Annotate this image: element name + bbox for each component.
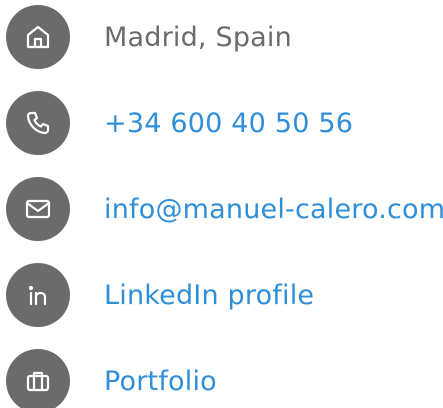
linkedin-link[interactable]: LinkedIn profile [104,280,314,311]
portfolio-link[interactable]: Portfolio [104,366,217,397]
phone-icon[interactable] [6,91,70,155]
home-icon [6,5,70,69]
email-link[interactable]: info@manuel-calero.com [104,194,443,225]
contact-location-row: Madrid, Spain [0,4,292,70]
phone-link[interactable]: +34 600 40 50 56 [104,108,353,139]
linkedin-icon[interactable] [6,263,70,327]
mail-icon[interactable] [6,177,70,241]
contact-portfolio-row[interactable]: Portfolio [0,348,217,408]
briefcase-icon[interactable] [6,349,70,408]
contact-linkedin-row[interactable]: LinkedIn profile [0,262,314,328]
contact-email-row[interactable]: info@manuel-calero.com [0,176,443,242]
location-text: Madrid, Spain [104,21,292,53]
contact-list: Madrid, Spain +34 600 40 50 56 info@manu… [0,0,443,408]
contact-phone-row[interactable]: +34 600 40 50 56 [0,90,353,156]
